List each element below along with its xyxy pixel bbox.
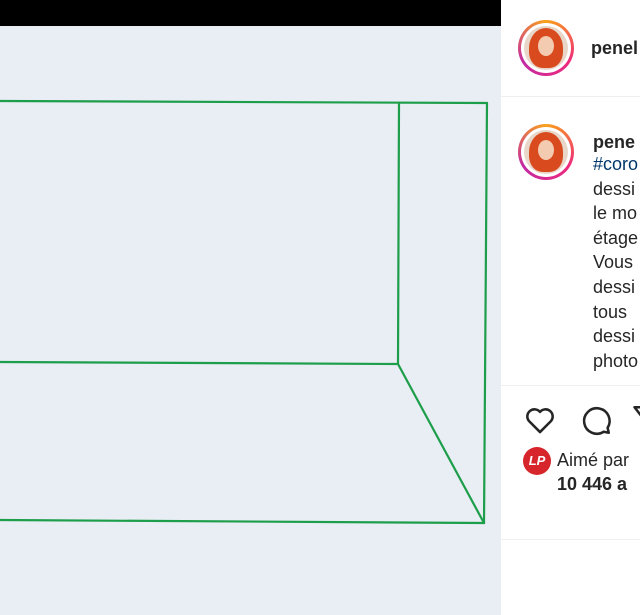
header-username[interactable]: penel — [591, 38, 638, 59]
post-photo[interactable] — [0, 26, 501, 615]
drawing-line-middle — [0, 360, 400, 366]
caption-line: le mo — [593, 203, 638, 224]
comment-icon[interactable] — [579, 403, 613, 437]
heart-icon[interactable] — [523, 403, 557, 437]
drawing-line-inner-vertical — [396, 101, 401, 366]
caption-line: dessi — [593, 178, 636, 199]
liked-by-label: Aimé par — [557, 450, 630, 470]
drawing-line-top — [0, 99, 489, 105]
post-sidebar: penel pene #coro dessi le mo étage Vous … — [501, 0, 640, 615]
caption-line: Vous — [593, 252, 634, 273]
instagram-post-view: penel pene #coro dessi le mo étage Vous … — [0, 0, 640, 615]
share-icon[interactable] — [631, 403, 640, 437]
liker-avatar[interactable]: LP — [523, 447, 551, 475]
caption-line: tous — [593, 301, 628, 322]
caption-line: étage — [593, 227, 639, 248]
likes-count[interactable]: 10 446 a — [557, 474, 627, 495]
drawing-line-right — [482, 101, 489, 525]
caption-section: pene #coro dessi le mo étage Vous dessi … — [501, 98, 640, 386]
post-actions: LP Aimé par 10 446 a — [501, 387, 640, 540]
drawing-line-bottom — [0, 518, 486, 525]
caption-text: #coro dessi le mo étage Vous dessi tous … — [593, 152, 640, 373]
drawing-line-diagonal — [396, 362, 486, 525]
caption-line: photo — [593, 350, 639, 371]
caption-line: dessi — [593, 276, 636, 297]
caption-hashtag[interactable]: #coro — [593, 152, 640, 177]
post-header: penel — [501, 0, 640, 97]
box-drawing — [0, 99, 489, 525]
caption-username[interactable]: pene — [593, 132, 635, 153]
avatar[interactable] — [518, 20, 574, 76]
caption-line: dessi — [593, 326, 636, 347]
caption-avatar[interactable] — [518, 124, 574, 180]
post-media-pane — [0, 0, 501, 615]
